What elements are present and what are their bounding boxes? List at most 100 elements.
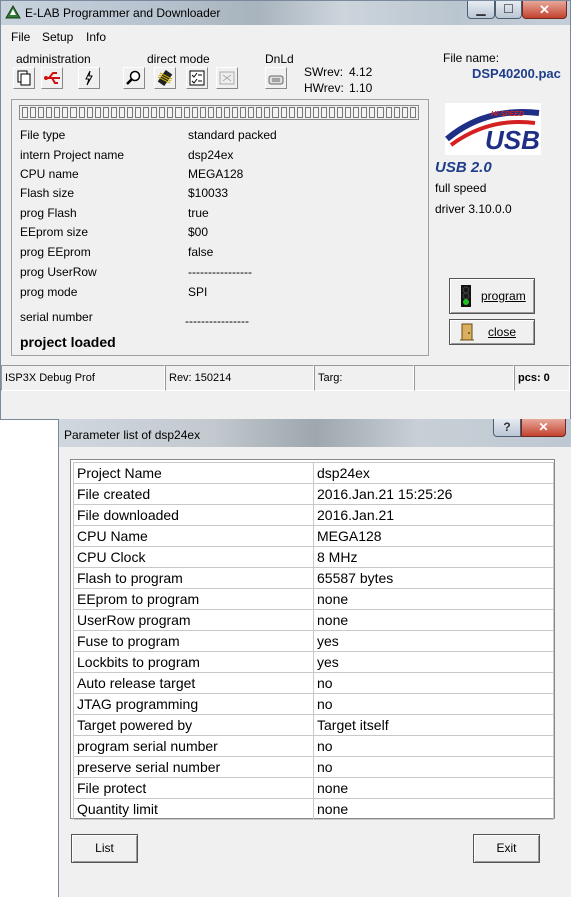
close-button[interactable]: close	[449, 319, 535, 345]
progress-segment	[54, 107, 61, 118]
parameter-name: EEprom to program	[73, 588, 314, 610]
progress-segment	[110, 107, 117, 118]
progress-segment	[183, 107, 190, 118]
menu-info[interactable]: Info	[86, 30, 106, 44]
maximize-button[interactable]: ☐	[495, 1, 522, 19]
hw-rev-label: HWrev:	[304, 81, 344, 95]
dialog-titlebar[interactable]: Parameter list of dsp24ex ? ✕	[59, 419, 571, 447]
table-row[interactable]: File protect none	[73, 777, 554, 799]
parameter-value: none	[313, 777, 554, 799]
parameter-name: Flash to program	[73, 567, 314, 589]
info-value: true	[188, 206, 209, 220]
table-row[interactable]: Project Name dsp24ex	[73, 462, 554, 484]
progress-segment	[369, 107, 376, 118]
parameter-value: no	[313, 672, 554, 694]
parameter-value: none	[313, 798, 554, 820]
info-value: dsp24ex	[188, 148, 234, 162]
statusbar-empty	[414, 365, 514, 391]
table-row[interactable]: Target powered by Target itself	[73, 714, 554, 736]
program-button[interactable]: program	[449, 278, 535, 314]
parameter-value: MEGA128	[313, 525, 554, 547]
info-value: $10033	[188, 186, 229, 200]
table-row[interactable]: program serial number no	[73, 735, 554, 757]
progress-segment	[312, 107, 319, 118]
download-button[interactable]	[265, 67, 287, 89]
usb-button[interactable]	[41, 67, 63, 89]
bolt-button[interactable]	[78, 67, 100, 89]
info-label: prog mode	[20, 285, 78, 299]
progress-segment	[345, 107, 352, 118]
parameter-value: dsp24ex	[313, 462, 554, 484]
table-row[interactable]: Fuse to program yes	[73, 630, 554, 652]
parameter-value: no	[313, 756, 554, 778]
table-row[interactable]: Lockbits to program yes	[73, 651, 554, 673]
menu-file[interactable]: File	[11, 30, 30, 44]
progress-segment	[102, 107, 109, 118]
table-row[interactable]: CPU Name MEGA128	[73, 525, 554, 547]
parameter-value: yes	[313, 651, 554, 673]
program-button-label: program	[481, 289, 526, 303]
progress-segment	[70, 107, 77, 118]
parameter-dialog: Parameter list of dsp24ex ? ✕ Project Na…	[58, 419, 571, 897]
disabled-chip-button[interactable]	[216, 67, 238, 89]
progress-segment	[328, 107, 336, 118]
info-label: CPU name	[20, 167, 79, 181]
exit-button[interactable]: Exit	[473, 834, 540, 863]
table-row[interactable]: Auto release target no	[73, 672, 554, 694]
table-row[interactable]: Quantity limit none	[73, 798, 554, 820]
progress-segment	[215, 107, 222, 118]
info-value: false	[188, 245, 214, 259]
table-row[interactable]: File downloaded 2016.Jan.21	[73, 504, 554, 526]
table-row[interactable]: File created 2016.Jan.21 15:25:26	[73, 483, 554, 505]
main-titlebar[interactable]: E-LAB Programmer and Downloader ▁ ☐ ✕	[1, 1, 570, 25]
parameter-value: none	[313, 609, 554, 631]
help-button[interactable]: ?	[493, 419, 521, 437]
progress-segment	[86, 107, 93, 118]
toolbar-group-dnld: DnLd	[265, 52, 294, 66]
chip-button[interactable]	[154, 67, 176, 89]
dialog-title: Parameter list of dsp24ex	[64, 428, 201, 442]
progress-segment	[337, 107, 344, 118]
hw-rev-value: 1.10	[349, 81, 373, 95]
progress-segment	[280, 107, 287, 118]
progress-segment	[135, 107, 142, 118]
parameter-name: program serial number	[73, 735, 314, 757]
parameter-table: Project Name dsp24ex File created 2016.Jan.…	[70, 459, 555, 820]
progress-segment	[46, 107, 53, 118]
progress-segment	[22, 107, 29, 118]
close-window-button[interactable]: ✕	[522, 1, 567, 19]
table-row[interactable]: preserve serial number no	[73, 756, 554, 778]
status-text: project loaded	[20, 334, 116, 350]
info-value: ----------------	[185, 314, 249, 328]
table-row[interactable]: UserRow program none	[73, 609, 554, 631]
progress-segment	[377, 107, 384, 118]
minimize-icon: ▁	[476, 2, 486, 16]
parameter-value: 2016.Jan.21	[313, 504, 554, 526]
dialog-close-button[interactable]: ✕	[521, 419, 566, 437]
copy-button[interactable]	[13, 67, 35, 89]
parameter-name: UserRow program	[73, 609, 314, 631]
progress-segment	[401, 107, 408, 118]
progress-segment	[159, 107, 166, 118]
sw-rev-value: 4.12	[349, 65, 373, 79]
file-name-label: File name:	[443, 51, 500, 65]
progress-segment	[409, 107, 416, 118]
parameter-name: Fuse to program	[73, 630, 314, 652]
usb-logo-text: USB	[485, 125, 540, 155]
progress-segment	[393, 107, 400, 118]
progress-segment	[62, 107, 69, 118]
checklist-button[interactable]	[186, 67, 208, 89]
minimize-button[interactable]: ▁	[467, 1, 495, 19]
list-button[interactable]: List	[71, 834, 138, 863]
statusbar-pieces: pcs: 0	[514, 365, 570, 391]
menu-setup[interactable]: Setup	[42, 30, 73, 44]
table-row[interactable]: Flash to program 65587 bytes	[73, 567, 554, 589]
usb-driver: driver 3.10.0.0	[435, 202, 512, 216]
table-row[interactable]: CPU Clock 8 MHz	[73, 546, 554, 568]
search-button[interactable]	[123, 67, 145, 89]
info-label: intern Project name	[20, 148, 125, 162]
table-row[interactable]: JTAG programming no	[73, 693, 554, 715]
progress-segment	[223, 107, 231, 118]
parameter-value: 2016.Jan.21 15:25:26	[313, 483, 554, 505]
table-row[interactable]: EEprom to program none	[73, 588, 554, 610]
